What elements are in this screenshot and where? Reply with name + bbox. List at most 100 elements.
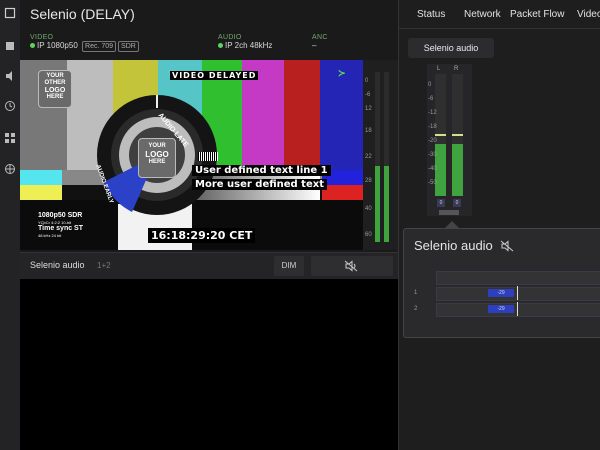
scale-label: 28 [365, 178, 372, 184]
center-logo-placeholder: YOUR LOGO HERE [138, 138, 176, 178]
audio-info: AUDIO IP 2ch 48kHz [218, 34, 272, 50]
gain-marker [517, 302, 518, 316]
logo-line: YOUR [148, 143, 166, 149]
audio-format: IP 2ch 48kHz [225, 41, 273, 50]
user-text-line-2: More user defined text [192, 179, 327, 190]
stack-icon[interactable] [4, 40, 16, 50]
audio-icon[interactable] [4, 70, 16, 81]
empty-area [20, 279, 398, 450]
other-logo-placeholder: YOUR OTHER LOGO HERE [38, 70, 72, 108]
gain-value[interactable]: -29 [488, 305, 514, 313]
clock-icon[interactable] [4, 100, 16, 111]
scale-label: -6 [428, 96, 434, 102]
range-badge: SDR [118, 41, 139, 52]
info-line: 1080p50 SDR [38, 212, 83, 219]
page-title: Selenio (DELAY) [30, 6, 135, 22]
peak-hold-right [452, 134, 463, 136]
meter-label-left: L [437, 66, 441, 72]
scale-label: -20 [428, 138, 437, 144]
scale-label: -6 [365, 92, 371, 98]
gain-marker [517, 286, 518, 300]
scale-label: -18 [428, 124, 437, 130]
logo-line: HERE [148, 159, 166, 165]
anc-value: – [312, 41, 317, 50]
barcode-icon [198, 152, 218, 161]
anc-info: ANC – [312, 34, 328, 50]
meter-fill-left [375, 166, 380, 242]
logo-line: YOUR [46, 73, 64, 79]
speaker-muted-icon[interactable] [500, 240, 514, 252]
scale-label: -30 [428, 152, 437, 158]
meter-fill-right [384, 166, 389, 242]
scale-label: -12 [428, 110, 437, 116]
timecode: 16:18:29:20 CET [148, 228, 256, 243]
scale-label: 18 [365, 128, 372, 134]
scale-label: -50 [428, 180, 437, 186]
audio-label: AUDIO [218, 34, 242, 41]
scale-label: 60 [365, 232, 372, 238]
matrix-row[interactable] [436, 287, 600, 301]
audio-row: Selenio audio 1+2 DIM [20, 252, 398, 280]
video-info: VIDEO IP 1080p50 Rec. 709 SDR [30, 34, 139, 52]
colorimetry-badge: Rec. 709 [82, 41, 117, 52]
status-dot-icon [30, 43, 35, 48]
info-line: 48 kHz 24 bit [38, 233, 62, 238]
gain-value[interactable]: -29 [488, 289, 514, 297]
video-format: IP 1080p50 [37, 41, 78, 50]
level-meters: 0 -6 12 18 22 28 40 60 [363, 60, 398, 250]
meter-slider[interactable] [439, 210, 459, 215]
logo-line: LOGO [44, 87, 66, 94]
logo-line: HERE [46, 94, 64, 100]
nav-network[interactable]: Network [464, 9, 501, 20]
audio-popup: Selenio audio 1 2 -29 -29 [403, 228, 600, 338]
logo-line: OTHER [44, 80, 66, 86]
brand-icon: ≻ [338, 68, 346, 78]
dim-button[interactable]: DIM [274, 256, 304, 276]
nav-packet-flow[interactable]: Packet Flow [510, 9, 564, 20]
main-panel: Selenio (DELAY) VIDEO IP 1080p50 Rec. 70… [20, 0, 398, 450]
speaker-muted-icon [344, 260, 358, 272]
scale-label: -40 [428, 166, 437, 172]
video-label: VIDEO [30, 34, 54, 41]
mute-button[interactable] [311, 256, 393, 276]
video-preview: AUDIO LATE AUDIO EARLY YOUR OTHER LOGO H… [20, 60, 363, 250]
scale-label: 0 [428, 82, 432, 88]
scale-label: 0 [365, 78, 369, 84]
divider [399, 28, 600, 29]
logo-line: LOGO [145, 150, 169, 159]
anc-label: ANC [312, 34, 328, 41]
scale-label: 40 [365, 206, 372, 212]
audio-row-channels: 1+2 [97, 261, 111, 270]
selenio-audio-button[interactable]: Selenio audio [408, 38, 494, 58]
scale-label: 12 [365, 106, 372, 112]
cyan-patch [20, 170, 62, 185]
popup-pointer [445, 221, 459, 228]
red-patch [322, 185, 363, 200]
meter-label-right: R [454, 66, 459, 72]
grid-icon[interactable] [4, 132, 16, 143]
user-text-line-1: User defined text line 1 [192, 165, 331, 176]
meter-scale: 0 -6 -12 -18 -20 -30 -40 -50 [428, 78, 437, 190]
format-info: 1080p50 SDR YCbCr 4:2:2 10-bit Time sync… [38, 212, 83, 238]
video-delayed-label: VIDEO DELAYED [170, 71, 259, 80]
icon-rail [0, 0, 21, 450]
meter-fill-right [452, 144, 463, 196]
stereo-meter: L R 0 -6 -12 -18 -20 -30 -40 -50 0 0 [427, 64, 472, 216]
matrix-row[interactable] [436, 303, 600, 317]
nav-video[interactable]: Video [577, 9, 600, 20]
meter-value-left: 0 [437, 199, 445, 207]
scale-label: 22 [365, 154, 372, 160]
right-panel: Status Network Packet Flow Video Selenio… [398, 0, 600, 450]
meter-value-right: 0 [453, 199, 461, 207]
status-dot-icon [218, 43, 223, 48]
network-icon[interactable] [4, 163, 16, 174]
row-label: 1 [414, 290, 418, 296]
yellow-patch [20, 185, 62, 200]
row-label: 2 [414, 306, 418, 312]
popup-title: Selenio audio [414, 238, 493, 253]
square-icon[interactable] [4, 7, 16, 19]
nav-status[interactable]: Status [417, 9, 445, 20]
info-line: Time sync ST [38, 225, 84, 232]
matrix-header [436, 271, 600, 285]
audio-row-name: Selenio audio [30, 260, 85, 270]
